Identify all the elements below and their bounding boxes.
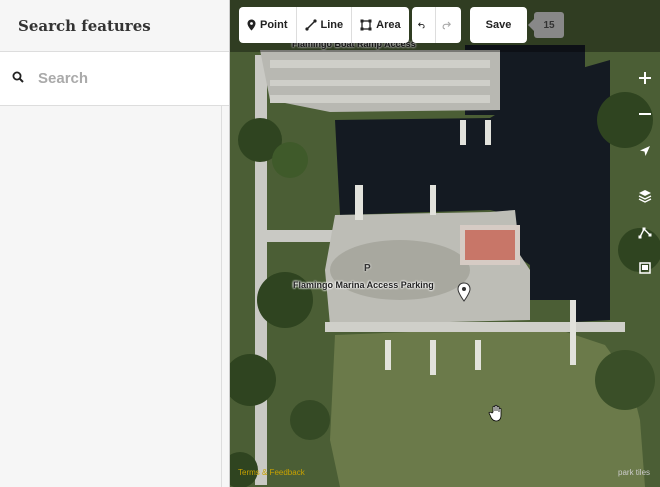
redo-icon <box>442 21 451 30</box>
satellite-imagery <box>230 0 660 487</box>
parking-symbol: P <box>364 263 371 274</box>
map-pin-icon <box>247 19 256 31</box>
issues-button[interactable] <box>630 253 660 283</box>
map-canvas[interactable]: Flamingo Boat Ramp Access Flamingo Marin… <box>230 0 660 487</box>
save-button[interactable]: Save <box>470 7 527 43</box>
zoom-in-button[interactable] <box>630 63 660 93</box>
map-data-icon <box>638 227 652 239</box>
map-data-button[interactable] <box>630 217 660 247</box>
imagery-credit: park tiles <box>618 468 651 477</box>
save-label: Save <box>485 19 512 31</box>
map-pin-icon[interactable] <box>457 282 471 307</box>
search-row <box>0 52 229 106</box>
map-label-marina-parking[interactable]: Flamingo Marina Access Parking <box>293 280 434 290</box>
line-icon <box>304 19 317 31</box>
hand-cursor-icon <box>488 404 506 427</box>
add-point-label: Point <box>260 19 288 31</box>
edit-count-badge: 15 <box>528 12 564 38</box>
issues-icon <box>639 262 651 274</box>
redo-button[interactable] <box>436 7 461 43</box>
layers-icon <box>638 190 652 203</box>
plus-icon <box>639 72 651 84</box>
search-icon <box>12 70 24 88</box>
add-area-label: Area <box>376 19 401 31</box>
background-layers-button[interactable] <box>630 181 660 211</box>
sidebar: Search features <box>0 0 230 487</box>
sidebar-title: Search features <box>18 16 151 35</box>
geolocate-button[interactable] <box>630 136 660 166</box>
add-point-button[interactable]: Point <box>239 7 297 43</box>
zoom-out-button[interactable] <box>630 99 660 129</box>
add-feature-group: Point Line Area <box>239 7 409 43</box>
location-arrow-icon <box>640 146 650 156</box>
search-input[interactable] <box>36 69 210 88</box>
add-line-button[interactable]: Line <box>297 7 353 43</box>
attribution-link[interactable]: Terms & Feedback <box>238 468 305 477</box>
undo-button[interactable] <box>412 7 436 43</box>
area-icon <box>360 19 372 31</box>
undo-redo-group <box>412 7 461 43</box>
add-area-button[interactable]: Area <box>352 7 408 43</box>
add-line-label: Line <box>320 19 344 31</box>
undo-icon <box>418 22 425 29</box>
sidebar-header: Search features <box>0 0 229 52</box>
sidebar-resizer[interactable] <box>221 106 222 487</box>
minus-icon <box>639 113 651 115</box>
